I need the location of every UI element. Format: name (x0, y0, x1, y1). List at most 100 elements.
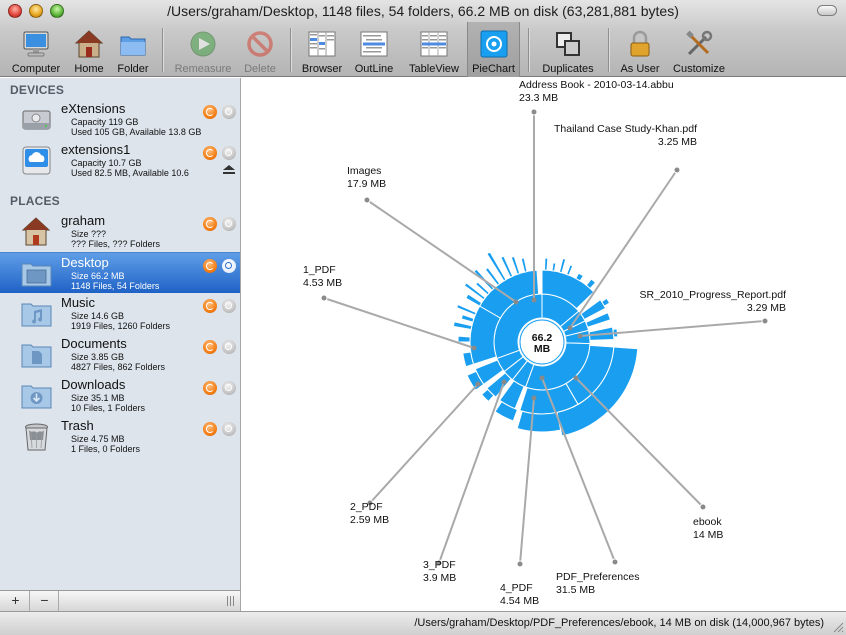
callout-size: 2.59 MB (350, 514, 389, 526)
status-text: /Users/graham/Desktop/PDF_Preferences/eb… (414, 617, 824, 629)
callout-dot (699, 503, 707, 511)
music-folder-icon (21, 303, 52, 327)
sunburst-segment[interactable] (551, 262, 557, 272)
sidebar-item-graham[interactable]: graham Size ??? ??? Files, ??? Folders (0, 211, 240, 252)
refresh-icon[interactable] (203, 299, 217, 313)
callout-name[interactable]: Thailand Case Study-Khan.pdf (554, 123, 697, 135)
outline-label: OutLine (354, 63, 394, 75)
callout-dot (673, 166, 681, 174)
sunburst-segment[interactable] (520, 257, 528, 273)
refresh-icon[interactable] (203, 105, 217, 119)
callout-name[interactable]: SR_2010_Progress_Report.pdf (639, 289, 786, 301)
sunburst-chart[interactable]: 66.2MBAddress Book - 2010-03-14.abbu23.3… (242, 78, 846, 611)
callout-dot (320, 294, 328, 302)
magnifier-icon[interactable] (222, 146, 236, 160)
callout-name[interactable]: Address Book - 2010-03-14.abbu (519, 79, 674, 91)
callout-dot (611, 558, 619, 566)
device-capacity: Capacity 119 GB (71, 117, 139, 127)
callout-start-dot (573, 375, 579, 381)
remove-button[interactable]: − (31, 591, 59, 611)
callout-dot (530, 108, 538, 116)
refresh-icon[interactable] (203, 259, 217, 273)
callout-name[interactable]: Images (347, 165, 381, 177)
callout-name[interactable]: 3_PDF (423, 559, 456, 571)
refresh-icon[interactable] (203, 146, 217, 160)
sunburst-segment[interactable] (558, 257, 567, 274)
sidebar-item-extensions1[interactable]: extensions1 Capacity 10.7 GB Used 82.5 M… (0, 140, 240, 181)
remeasure-button[interactable]: Remeasure (170, 26, 236, 76)
customize-button[interactable]: Customize (668, 26, 730, 76)
callout-start-dot (577, 333, 583, 339)
tools-icon (686, 30, 713, 56)
callout-start-dot (539, 375, 545, 381)
sidebar-resize-handle[interactable] (227, 596, 235, 606)
sidebar-item-music[interactable]: Music Size 14.6 GB 1919 Files, 1260 Fold… (0, 293, 240, 334)
place-name: Documents (61, 336, 127, 351)
sidebar-item-documents[interactable]: Documents Size 3.85 GB 4827 Files, 862 F… (0, 334, 240, 375)
tableview-button[interactable]: TableView (402, 26, 466, 76)
callout-name[interactable]: 4_PDF (500, 582, 533, 594)
browser-label: Browser (301, 63, 343, 75)
magnifier-icon[interactable] (222, 217, 236, 231)
folder-icon (120, 36, 146, 56)
callout-dot (516, 560, 524, 568)
callout-start-dot (513, 299, 519, 305)
refresh-icon[interactable] (203, 422, 217, 436)
outline-view-icon (360, 31, 388, 57)
sunburst-segment[interactable] (456, 303, 477, 316)
sidebar-item-extensions[interactable]: eXtensions Capacity 119 GB Used 105 GB, … (0, 99, 240, 140)
toolbar-toggle-button[interactable] (817, 5, 837, 16)
callout-size: 3.25 MB (658, 136, 697, 148)
refresh-icon[interactable] (203, 381, 217, 395)
magnifier-icon[interactable] (222, 259, 236, 273)
magnifier-icon[interactable] (222, 422, 236, 436)
refresh-icon[interactable] (203, 217, 217, 231)
sidebar-item-desktop[interactable]: Desktop Size 66.2 MB 1148 Files, 54 Fold… (0, 252, 240, 293)
sunburst-segment[interactable] (543, 257, 549, 271)
folder-button[interactable]: Folder (112, 26, 154, 76)
callout-name[interactable]: 2_PDF (350, 501, 383, 513)
callout-line (323, 297, 475, 349)
piechart-button[interactable]: PieChart (467, 22, 520, 77)
callout-name[interactable]: 1_PDF (303, 264, 336, 276)
sunburst-segment[interactable] (565, 264, 574, 276)
title-bar: /Users/graham/Desktop, 1148 files, 54 fo… (0, 0, 846, 22)
window-chrome: /Users/graham/Desktop, 1148 files, 54 fo… (0, 0, 846, 77)
magnifier-icon[interactable] (222, 340, 236, 354)
callout-size: 31.5 MB (556, 584, 595, 596)
outline-button[interactable]: OutLine (350, 26, 398, 76)
sunburst-segment[interactable] (510, 255, 521, 275)
place-name: Desktop (61, 255, 109, 270)
sunburst-segment[interactable] (452, 321, 473, 331)
sunburst-segment[interactable] (460, 314, 475, 323)
cloud-drive-icon (22, 146, 51, 175)
duplicates-button[interactable]: Duplicates (534, 26, 602, 76)
toolbar-separator (162, 28, 163, 72)
sidebar-item-downloads[interactable]: Downloads Size 35.1 MB 10 Files, 1 Folde… (0, 375, 240, 416)
computer-button[interactable]: Computer (4, 26, 68, 76)
add-button[interactable]: + (2, 591, 30, 611)
sunburst-segment[interactable] (516, 410, 562, 433)
callout-name[interactable]: PDF_Preferences (556, 571, 639, 583)
window-resize-handle[interactable] (832, 621, 844, 633)
downloads-folder-icon (21, 385, 52, 409)
sunburst-segment[interactable] (457, 335, 471, 343)
table-view-icon (420, 31, 448, 57)
sidebar-footer: + − (0, 590, 241, 611)
refresh-icon[interactable] (203, 340, 217, 354)
home-button[interactable]: Home (70, 26, 108, 76)
magnifier-icon[interactable] (222, 381, 236, 395)
place-counts: 10 Files, 1 Folders (71, 403, 146, 413)
tableview-label: TableView (409, 63, 459, 75)
browser-button[interactable]: Browser (298, 26, 346, 76)
callout-start-dot (471, 345, 477, 351)
eject-icon[interactable] (223, 165, 235, 174)
delete-button[interactable]: Delete (238, 26, 282, 76)
magnifier-icon[interactable] (222, 105, 236, 119)
as-user-button[interactable]: As User (614, 26, 666, 76)
piechart-view[interactable]: 66.2 MB Address Book - 2010-03-14.abbu 23.3… (242, 78, 846, 611)
callout-name[interactable]: ebook (693, 516, 722, 528)
magnifier-icon[interactable] (222, 299, 236, 313)
sidebar-item-trash[interactable]: Trash Size 4.75 MB 1 Files, 0 Folders (0, 416, 240, 457)
callout-line (438, 381, 505, 564)
